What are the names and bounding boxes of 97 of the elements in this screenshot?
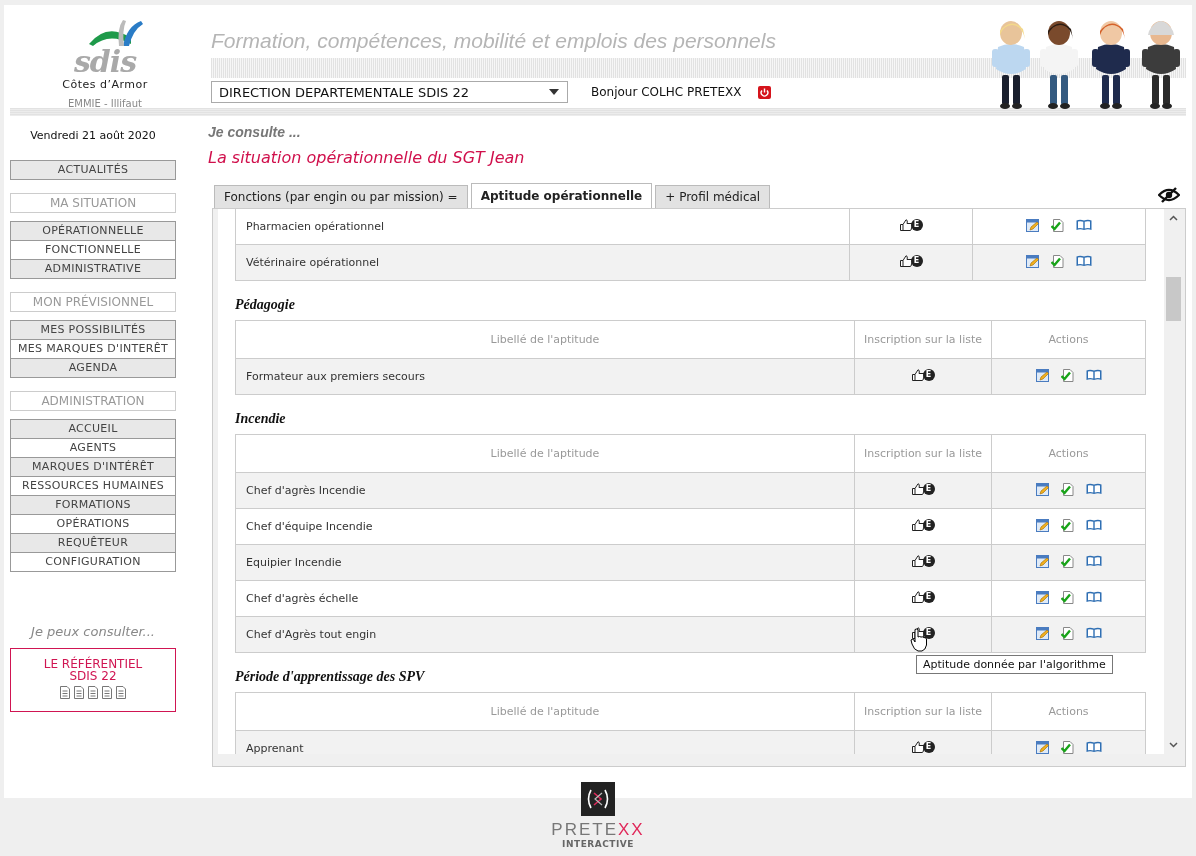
thumbs-up-icon	[899, 219, 913, 231]
edit-icon[interactable]	[1026, 218, 1039, 232]
column-header: Libellé de l'aptitude	[235, 434, 855, 473]
document-check-icon[interactable]	[1060, 740, 1074, 754]
table-cell: Apprenant	[235, 730, 855, 754]
table-cell: Chef d'agrès échelle	[235, 580, 855, 617]
page-subtitle: La situation opérationnelle du SGT Jean	[208, 148, 526, 167]
scroll-thumb[interactable]	[1166, 277, 1181, 321]
tab[interactable]: + Profil médical	[655, 185, 771, 208]
edit-icon[interactable]	[1035, 740, 1049, 754]
power-icon[interactable]	[758, 85, 772, 99]
edit-icon[interactable]	[1035, 626, 1049, 640]
column-header: Inscription sur la liste	[854, 434, 992, 473]
thumbs-up-icon	[899, 255, 913, 267]
document-check-icon[interactable]	[1060, 482, 1074, 496]
book-icon[interactable]	[1085, 741, 1102, 753]
thumbs-up-icon	[911, 519, 925, 531]
thumbs-up-icon	[911, 555, 925, 567]
tab[interactable]: Aptitude opérationnelle	[470, 183, 653, 208]
document-icon[interactable]	[60, 686, 70, 699]
book-icon[interactable]	[1085, 555, 1102, 567]
document-icon[interactable]	[88, 686, 98, 699]
logo-text: sdis	[73, 48, 137, 76]
document-icon[interactable]	[102, 686, 112, 699]
menu-item[interactable]: MES POSSIBILITÉS	[11, 321, 175, 339]
logo-subtitle: Côtes d’Armor	[62, 78, 148, 91]
section-heading: ADMINISTRATION	[10, 391, 176, 411]
menu-item[interactable]: AGENDA	[11, 358, 175, 377]
document-check-icon[interactable]	[1060, 626, 1074, 640]
hand-cursor-icon	[910, 628, 928, 652]
caret-icon	[549, 89, 559, 95]
edit-icon[interactable]	[1035, 518, 1049, 532]
thumbs-up-icon	[911, 591, 925, 603]
thumbs-up-icon	[911, 483, 925, 495]
section-title: Pédagogie	[235, 297, 296, 313]
menu-item[interactable]: OPÉRATIONNELLE	[11, 222, 175, 240]
menu-item[interactable]: MARQUES D'INTÉRÊT	[11, 457, 175, 476]
section-title: Incendie	[235, 411, 287, 427]
menu-item[interactable]: FORMATIONS	[11, 495, 175, 514]
referential-card[interactable]: LE RÉFÉRENTIEL SDIS 22	[10, 648, 176, 712]
menu-item[interactable]: REQUÊTEUR	[11, 533, 175, 552]
table-cell: Chef d'agrès Incendie	[235, 472, 855, 509]
document-check-icon[interactable]	[1060, 590, 1074, 604]
column-header: Actions	[991, 320, 1146, 359]
tooltip: Aptitude donnée par l'algorithme	[916, 655, 1113, 674]
column-header: Actions	[991, 434, 1146, 473]
table-cell: Equipier Incendie	[235, 544, 855, 581]
document-check-icon[interactable]	[1060, 554, 1074, 568]
date-text: Vendredi 21 août 2020	[29, 129, 157, 144]
document-check-icon[interactable]	[1060, 518, 1074, 532]
edit-icon[interactable]	[1035, 368, 1049, 382]
section-heading: MON PRÉVISIONNEL	[10, 292, 176, 312]
column-header: Actions	[991, 692, 1146, 731]
thumbs-up-icon	[911, 741, 925, 753]
column-header: Inscription sur la liste	[854, 320, 992, 359]
edit-icon[interactable]	[1035, 554, 1049, 568]
scroll-down-icon[interactable]	[1169, 742, 1178, 748]
book-icon[interactable]	[1085, 591, 1102, 603]
column-header: Inscription sur la liste	[854, 692, 992, 731]
edit-icon[interactable]	[1026, 254, 1039, 268]
app-name: EMMIE - Illifaut	[68, 98, 142, 109]
footer-brand: PRETEXX	[551, 821, 645, 839]
document-check-icon[interactable]	[1060, 368, 1074, 382]
menu-item[interactable]: ADMINISTRATIVE	[11, 259, 175, 278]
book-icon[interactable]	[1085, 483, 1102, 495]
table-cell: Formateur aux premiers secours	[235, 358, 855, 395]
structure-select[interactable]: DIRECTION DEPARTEMENTALE SDIS 22	[211, 81, 568, 103]
scroll-up-icon[interactable]	[1169, 215, 1178, 221]
table-cell: Chef d'équipe Incendie	[235, 508, 855, 545]
book-icon[interactable]	[1085, 369, 1102, 381]
edit-icon[interactable]	[1035, 482, 1049, 496]
section-heading: MA SITUATION	[10, 193, 176, 213]
document-icon[interactable]	[116, 686, 126, 699]
footer-tagline: INTERACTIVE	[562, 839, 634, 849]
menu-item[interactable]: ACCUEIL	[11, 420, 175, 438]
column-header: Libellé de l'aptitude	[235, 692, 855, 731]
book-icon[interactable]	[1076, 219, 1092, 231]
menu-item[interactable]: ACTUALITÉS	[11, 161, 175, 179]
book-icon[interactable]	[1085, 627, 1102, 639]
tab[interactable]: Fonctions (par engin ou par mission) =	[214, 185, 468, 208]
thumbs-up-icon	[911, 369, 925, 381]
table-cell: Chef d'Agrès tout engin	[235, 616, 855, 653]
edit-icon[interactable]	[1035, 590, 1049, 604]
document-check-icon[interactable]	[1051, 218, 1064, 232]
greeting-text: Bonjour COLHC PRETEXX	[591, 85, 742, 99]
consult-heading: Je peux consulter...	[28, 624, 156, 639]
document-check-icon[interactable]	[1051, 254, 1064, 268]
page-tagline: Formation, compétences, mobilité et emplois des personnels	[211, 28, 777, 54]
book-icon[interactable]	[1076, 255, 1092, 267]
book-icon[interactable]	[1085, 519, 1102, 531]
table-cell: Pharmacien opérationnel	[235, 209, 850, 245]
hide-icon[interactable]	[1158, 187, 1180, 203]
column-header: Libellé de l'aptitude	[235, 320, 855, 359]
section-title: Période d'apprentissage des SPV	[235, 669, 426, 685]
document-icon[interactable]	[74, 686, 84, 699]
table-cell: Vétérinaire opérationnel	[235, 244, 850, 281]
intro-text: Je consulte ...	[208, 124, 302, 140]
